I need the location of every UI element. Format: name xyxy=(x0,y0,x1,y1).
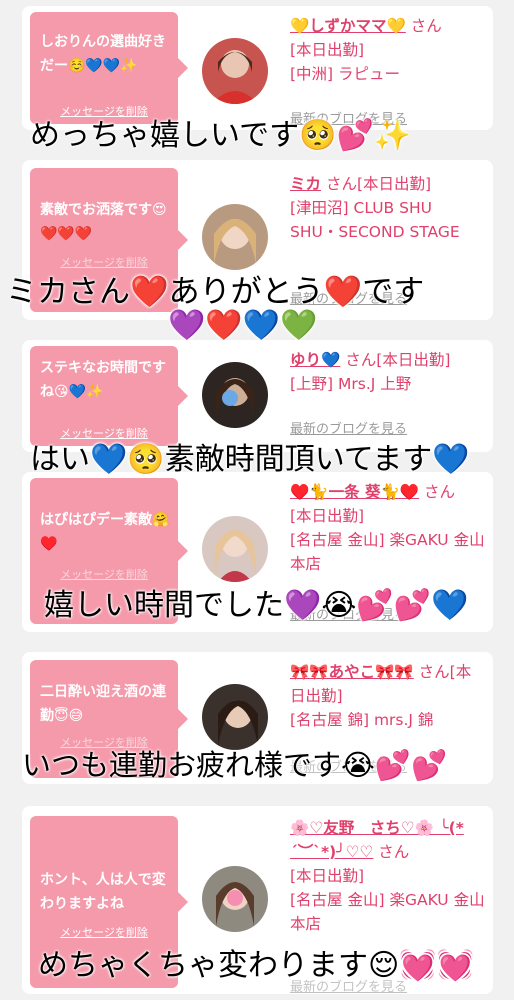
message-text: はぴはぴデー素敵🤗♥️ xyxy=(40,512,170,552)
cast-name-link[interactable]: 💛しずかママ💛 xyxy=(290,17,406,35)
message-text: ホント、人は人で変わりますよね xyxy=(40,872,166,912)
avatar[interactable] xyxy=(202,866,268,932)
message-text: 二日酔い迎え酒の連勤😇😅 xyxy=(40,684,166,724)
overlay-comment: めちゃくちゃ変わります😌💓💓 xyxy=(38,948,474,983)
cast-info: 🌸♡友野 さち♡🌸 ╰(*´︶`*)╯♡♡ さん [本日出勤] [名古屋 金山]… xyxy=(290,816,485,936)
avatar[interactable] xyxy=(202,38,268,104)
overlay-comment: いつも連勤お疲れ様です😭💕💕 xyxy=(22,748,448,782)
cast-info: 💛しずかママ💛 さん [本日出勤] [中洲] ラピュー xyxy=(290,14,485,86)
avatar[interactable] xyxy=(202,204,268,270)
honorific: さん xyxy=(378,843,410,861)
store-name: [上野] Mrs.J 上野 xyxy=(290,375,412,393)
avatar[interactable] xyxy=(202,362,268,428)
message-text: ステキなお時間ですね😘💙✨ xyxy=(40,360,166,400)
delete-message-link[interactable]: メッセージを削除 xyxy=(30,924,178,940)
work-status: [本日出勤] xyxy=(376,351,451,369)
honorific: さん xyxy=(410,17,442,35)
cast-name-link[interactable]: ゆり💙 xyxy=(290,351,340,369)
store-name: [名古屋 金山] 楽GAKU 金山本店 xyxy=(290,531,485,573)
work-status: [本日出勤] xyxy=(290,507,365,525)
cast-name-link[interactable]: 🎀🎀あやこ🎀🎀 xyxy=(290,663,414,681)
work-status: [本日出勤] xyxy=(356,175,432,193)
cast-info: ゆり💙 さん[本日出勤] [上野] Mrs.J 上野 xyxy=(290,348,485,396)
cast-info: ミカ さん[本日出勤] [津田沼] CLUB SHU SHU・SECOND ST… xyxy=(290,172,485,244)
work-status: [本日出勤] xyxy=(290,41,365,59)
work-status: [本日出勤] xyxy=(290,867,365,885)
store-name: [名古屋 錦] mrs.J 錦 xyxy=(290,711,434,729)
overlay-comment: めっちゃ嬉しいです🥺💕✨ xyxy=(30,118,412,153)
cast-name-link[interactable]: ♥️🐈一条 葵🐈♥️ xyxy=(290,483,419,501)
message-text: しおりんの選曲好きだー☺️💙💙✨ xyxy=(40,34,166,74)
cast-name-link[interactable]: 🌸♡友野 さち♡🌸 ╰(*´︶`*)╯♡♡ xyxy=(290,819,464,861)
message-text: 素敵でお洒落です😍❤️❤️❤️ xyxy=(40,202,167,242)
avatar[interactable] xyxy=(202,516,268,582)
honorific: さん xyxy=(345,351,377,369)
avatar[interactable] xyxy=(202,684,268,750)
overlay-comment: ミカさん❤️ありがとう❤️です xyxy=(6,274,425,310)
overlay-comment: 💜❤️💙💚 xyxy=(168,308,318,343)
store-name: [名古屋 金山] 楽GAKU 金山本店 xyxy=(290,891,485,933)
message-bubble: ステキなお時間ですね😘💙✨ メッセージを削除 xyxy=(30,346,188,446)
overlay-comment: はい💙🥺素敵時間頂いてます💙 xyxy=(30,442,470,477)
honorific: さん xyxy=(325,175,357,193)
cast-info: 🎀🎀あやこ🎀🎀 さん[本日出勤] [名古屋 錦] mrs.J 錦 xyxy=(290,660,485,732)
honorific: さん xyxy=(418,663,450,681)
store-name: [中洲] ラピュー xyxy=(290,65,401,83)
overlay-comment: 嬉しい時間でした💜😭💕💕💙 xyxy=(44,588,469,623)
store-name: [津田沼] CLUB SHU SHU・SECOND STAGE xyxy=(290,199,460,241)
message-bubble: しおりんの選曲好きだー☺️💙💙✨ メッセージを削除 xyxy=(30,12,188,124)
cast-info: ♥️🐈一条 葵🐈♥️ さん [本日出勤] [名古屋 金山] 楽GAKU 金山本店 xyxy=(290,480,485,576)
honorific: さん xyxy=(424,483,456,501)
cast-name-link[interactable]: ミカ xyxy=(290,175,321,193)
